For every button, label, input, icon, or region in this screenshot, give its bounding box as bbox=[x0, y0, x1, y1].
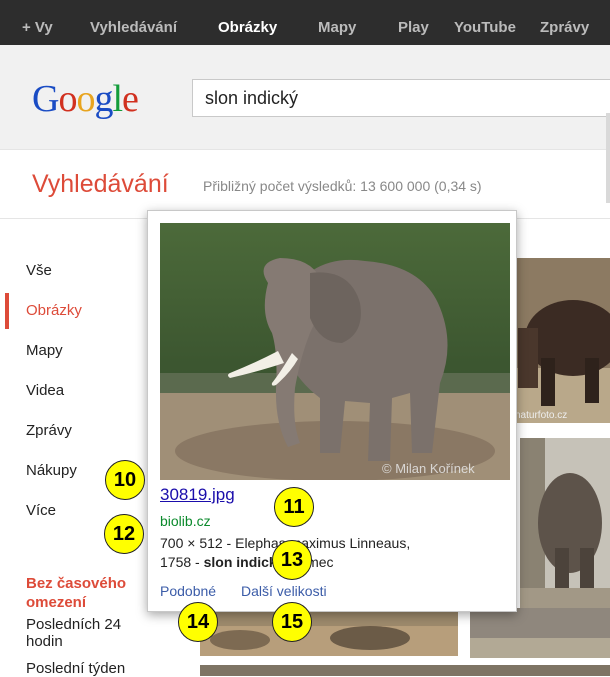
topbar-item-search[interactable]: Vyhledávání bbox=[90, 0, 177, 45]
topbar-item-maps[interactable]: Mapy bbox=[318, 0, 356, 45]
more-sizes-link[interactable]: Další velikosti bbox=[241, 583, 327, 599]
thumb-elephant-right-2[interactable] bbox=[520, 438, 610, 608]
results-section-title: Vyhledávání bbox=[32, 170, 169, 198]
sidebar-item-images[interactable]: Obrázky bbox=[26, 302, 82, 319]
time-filter-heading[interactable]: Bez časového omezení bbox=[26, 574, 146, 612]
time-filter-week[interactable]: Poslední týden bbox=[26, 660, 166, 677]
thumb-elephant-right-1[interactable]: naturfoto.cz bbox=[513, 258, 610, 423]
search-header: Google bbox=[0, 45, 610, 203]
svg-text:naturfoto.cz: naturfoto.cz bbox=[515, 410, 567, 421]
annotation-badge-12: 12 bbox=[104, 514, 144, 554]
scrollbar-edge bbox=[606, 113, 610, 203]
topbar-item-youtube[interactable]: YouTube bbox=[454, 0, 516, 45]
thumb-strip-right[interactable] bbox=[470, 608, 610, 658]
sidebar-item-all[interactable]: Vše bbox=[26, 262, 52, 279]
sidebar-item-maps[interactable]: Mapy bbox=[26, 342, 63, 359]
sidebar-item-shopping[interactable]: Nákupy bbox=[26, 462, 77, 479]
elephant-preview-image[interactable]: © Milan Kořínek bbox=[160, 223, 510, 480]
time-filter-24h[interactable]: Posledních 24 hodin bbox=[26, 616, 146, 650]
image-source-domain[interactable]: biolib.cz bbox=[160, 513, 211, 529]
active-nav-marker bbox=[5, 293, 9, 329]
thumb-strip-next-row[interactable] bbox=[200, 664, 610, 676]
image-preview-popup: © Milan Kořínek 30819.jpg biolib.cz 700 … bbox=[147, 210, 517, 612]
annotation-badge-13: 13 bbox=[272, 540, 312, 580]
search-box[interactable] bbox=[192, 79, 610, 117]
annotation-badge-10: 10 bbox=[105, 460, 145, 500]
annotation-badge-11: 11 bbox=[274, 487, 314, 527]
topbar-item-play[interactable]: Play bbox=[398, 0, 429, 45]
similar-images-link[interactable]: Podobné bbox=[160, 583, 216, 599]
sidebar-item-news[interactable]: Zprávy bbox=[26, 422, 72, 439]
sidebar-item-more[interactable]: Více bbox=[26, 502, 56, 519]
search-input[interactable] bbox=[205, 88, 605, 109]
annotation-badge-14: 14 bbox=[178, 602, 218, 642]
image-filename-link[interactable]: 30819.jpg bbox=[160, 485, 235, 505]
svg-text:© Milan Kořínek: © Milan Kořínek bbox=[382, 461, 475, 476]
sidebar-item-videos[interactable]: Videa bbox=[26, 382, 64, 399]
topbar-item-images[interactable]: Obrázky bbox=[218, 0, 277, 45]
annotation-badge-15: 15 bbox=[272, 602, 312, 642]
thumb-strip-bottom[interactable] bbox=[200, 612, 458, 656]
result-stats: Přibližný počet výsledků: 13 600 000 (0,… bbox=[203, 178, 482, 194]
topbar-item-plus-you[interactable]: + Vy bbox=[22, 0, 53, 45]
google-logo[interactable]: Google bbox=[32, 77, 139, 121]
topbar-item-news[interactable]: Zprávy bbox=[540, 0, 589, 45]
image-description: 700 × 512 - Elephas maximus Linneaus, 17… bbox=[160, 535, 411, 570]
google-top-bar: + Vy Vyhledávání Obrázky Mapy Play YouTu… bbox=[0, 0, 610, 45]
